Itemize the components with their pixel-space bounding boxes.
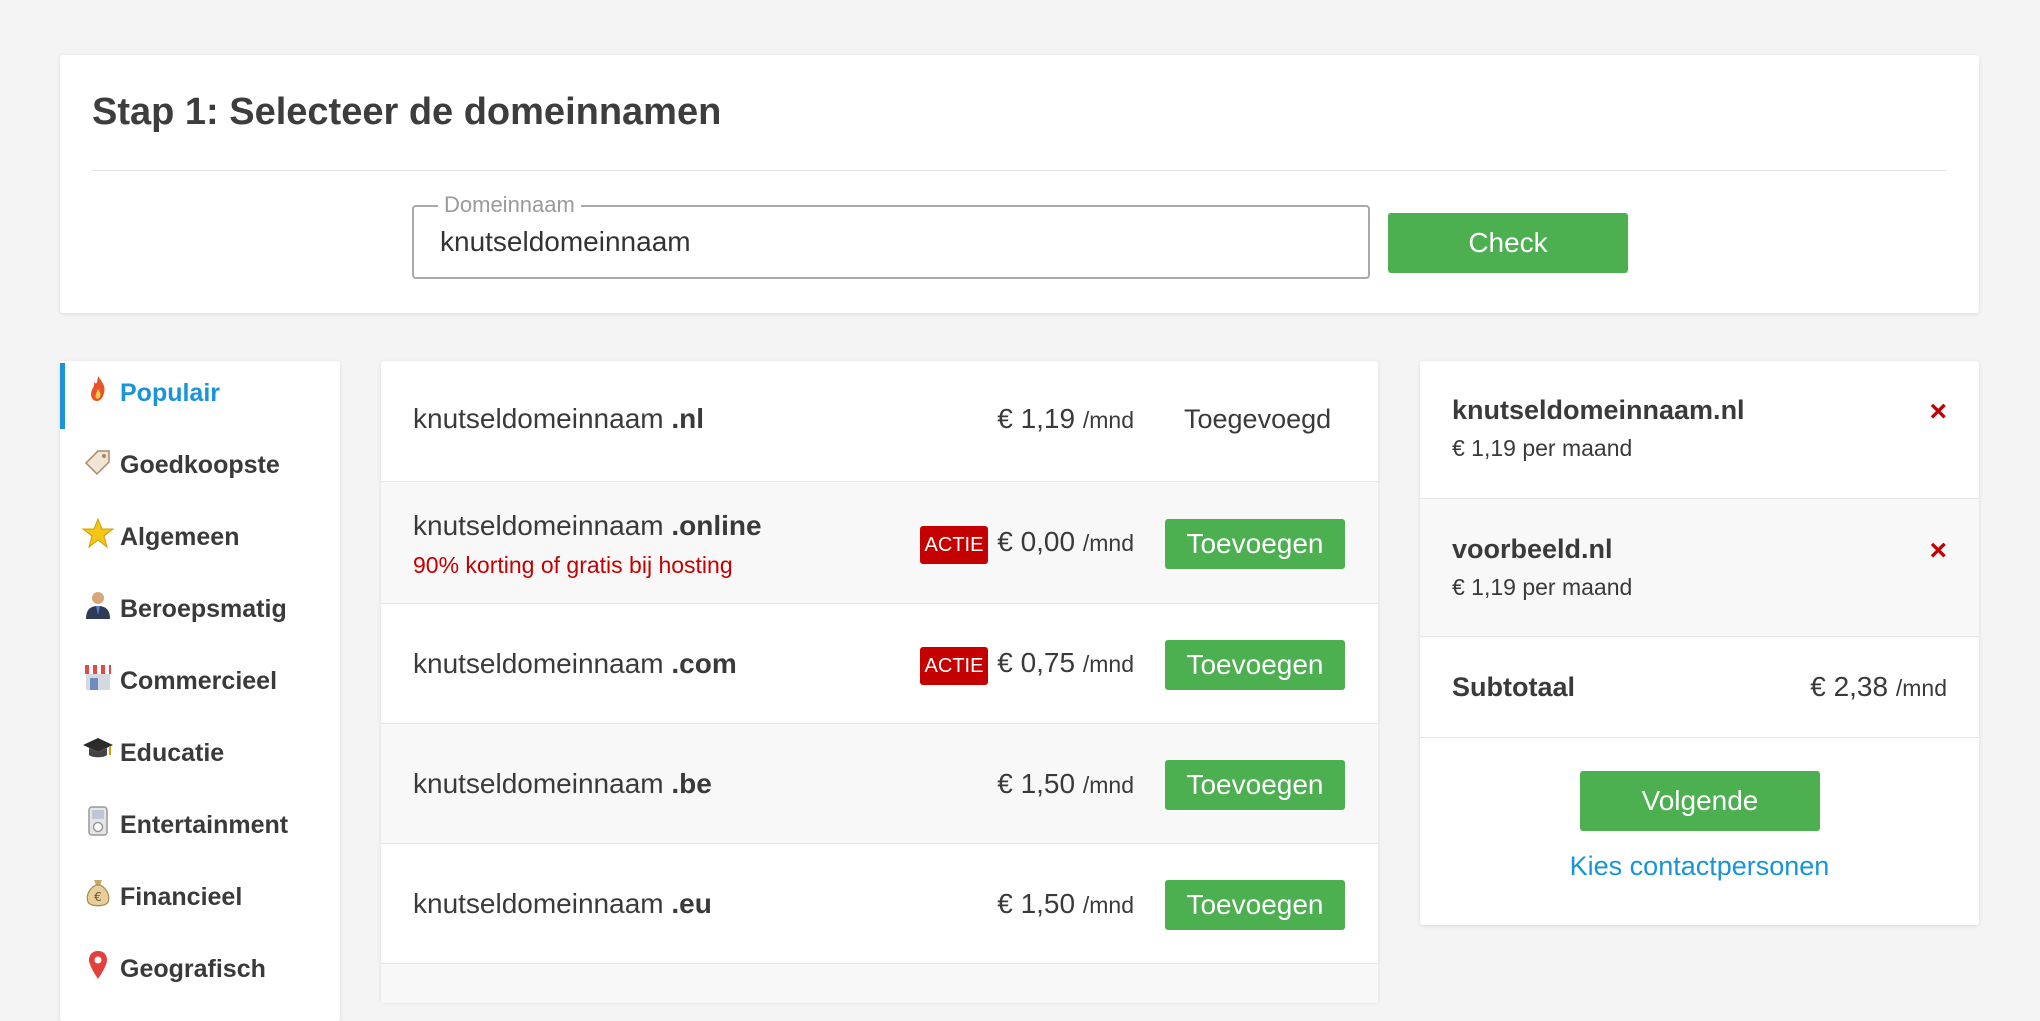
list-item: knutseldomeinnaam .online 90% korting of… [381, 481, 1378, 603]
sidebar-item-commercieel[interactable]: Commercieel [60, 665, 340, 727]
remove-icon[interactable]: × [1929, 395, 1947, 429]
remove-icon[interactable]: × [1929, 534, 1947, 568]
page-title: Stap 1: Selecteer de domeinnamen [92, 91, 722, 133]
money-bag-icon: € [82, 877, 114, 909]
add-domain-button[interactable]: Toevoegen [1165, 880, 1345, 930]
domain-field[interactable]: Domeinnaam [412, 192, 1370, 279]
add-domain-button[interactable]: Toevoegen [1165, 519, 1345, 569]
domain-price: € 1,50 /mnd [997, 888, 1134, 919]
sidebar-item-financieel[interactable]: € Financieel [60, 880, 340, 943]
sidebar-item-entertainment[interactable]: Entertainment [60, 806, 340, 871]
media-player-icon [82, 805, 114, 837]
add-domain-button[interactable]: Toevoegen [1165, 760, 1345, 810]
graduation-cap-icon [82, 733, 114, 765]
add-domain-button[interactable]: Toevoegen [1165, 640, 1345, 690]
sidebar-item-label: Geografisch [120, 955, 266, 983]
cart-item: knutseldomeinnaam.nl € 1,19 per maand × [1420, 361, 1979, 498]
map-pin-icon [82, 949, 114, 981]
promo-text: 90% korting of gratis bij hosting [413, 552, 733, 578]
sidebar-item-label: Algemeen [120, 523, 240, 551]
cart-item-price: € 1,19 per maand [1452, 574, 1633, 600]
storefront-icon [82, 661, 114, 693]
actie-badge: ACTIE [920, 526, 988, 564]
sidebar-item-beroepsmatig[interactable]: Beroepsmatig [60, 592, 340, 655]
domain-name: knutseldomeinnaam .be [413, 768, 712, 799]
subtotal-row: Subtotaal € 2,38 /mnd [1420, 636, 1979, 737]
sidebar-item-algemeen[interactable]: Algemeen [60, 517, 340, 583]
sidebar-item-label: Goedkoopste [120, 451, 280, 479]
flame-icon [82, 373, 114, 405]
price-tag-icon [82, 445, 114, 477]
list-item: knutseldomeinnaam .eu € 1,50 /mnd Toevoe… [381, 843, 1378, 963]
sidebar-item-populair[interactable]: Populair [60, 363, 340, 439]
divider [92, 170, 1947, 171]
sidebar-item-label: Beroepsmatig [120, 595, 287, 623]
subtotal-label: Subtotaal [1452, 672, 1576, 702]
added-status: Toegevoegd [1184, 404, 1332, 434]
cart-item-name: voorbeeld.nl [1452, 534, 1613, 564]
domain-results-list: knutseldomeinnaam .nl € 1,19 /mnd Toegev… [381, 361, 1378, 1003]
subtotal-value: € 2,38 /mnd [1810, 671, 1947, 702]
list-item [381, 963, 1378, 1003]
domain-name: knutseldomeinnaam .eu [413, 888, 712, 919]
svg-text:€: € [94, 890, 102, 904]
sidebar-item-label: Entertainment [120, 811, 289, 839]
cart-summary: knutseldomeinnaam.nl € 1,19 per maand × … [1420, 361, 1979, 925]
sidebar-item-label: Commercieel [120, 667, 278, 695]
cart-item: voorbeeld.nl € 1,19 per maand × [1420, 498, 1979, 636]
domain-price: € 0,75 /mnd [997, 647, 1134, 678]
domain-price: € 0,00 /mnd [997, 526, 1134, 557]
next-button[interactable]: Volgende [1580, 771, 1820, 831]
domain-name: knutseldomeinnaam .com [413, 648, 737, 679]
list-item: knutseldomeinnaam .be € 1,50 /mnd Toevoe… [381, 723, 1378, 843]
check-button[interactable]: Check [1388, 213, 1628, 273]
star-icon [81, 517, 115, 549]
businessman-icon [82, 589, 114, 621]
domain-name: knutseldomeinnaam .nl [413, 403, 705, 434]
cart-item-name: knutseldomeinnaam.nl [1452, 395, 1745, 425]
sidebar-item-geografisch[interactable]: Geografisch [60, 951, 340, 1015]
list-item: knutseldomeinnaam .nl € 1,19 /mnd Toegev… [381, 361, 1378, 481]
sidebar-item-label: Educatie [120, 739, 225, 767]
actie-badge: ACTIE [920, 647, 988, 685]
sidebar-item-label: Populair [120, 379, 221, 407]
category-sidebar: Populair Goedkoopste Algemeen Beroepsmat… [60, 361, 340, 1021]
domain-search-card: Stap 1: Selecteer de domeinnamen Domeinn… [60, 55, 1979, 313]
sidebar-item-label: Financieel [120, 883, 243, 911]
domain-input[interactable] [440, 207, 1340, 277]
choose-contacts-link[interactable]: Kies contactpersonen [1420, 851, 1979, 882]
domain-name: knutseldomeinnaam .online [413, 510, 762, 541]
sidebar-item-educatie[interactable]: Educatie [60, 738, 340, 799]
domain-price: € 1,19 /mnd [997, 403, 1134, 434]
cart-actions: Volgende Kies contactpersonen [1420, 737, 1979, 925]
list-item: knutseldomeinnaam .com ACTIE € 0,75 /mnd… [381, 603, 1378, 723]
domain-price: € 1,50 /mnd [997, 768, 1134, 799]
cart-item-price: € 1,19 per maand [1452, 435, 1633, 461]
sidebar-item-goedkoopste[interactable]: Goedkoopste [60, 450, 340, 511]
